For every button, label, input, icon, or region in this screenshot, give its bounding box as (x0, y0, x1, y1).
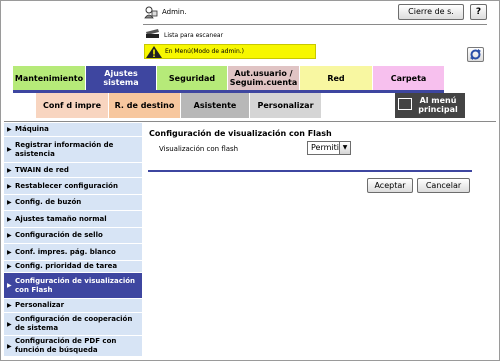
main-menu-button[interactable]: Al menú principal (395, 93, 465, 118)
tab-seguridad[interactable]: Seguridad (157, 66, 227, 90)
tab-r-destino[interactable]: R. de destino (109, 93, 180, 118)
triangle-right-icon: ▶ (7, 199, 12, 206)
sidebar-item-label: Config. prioridad de tarea (15, 262, 118, 270)
flash-display-value: Permitir (311, 143, 343, 152)
sidebar-item-label: TWAIN de red (15, 165, 69, 174)
triangle-right-icon: ▶ (7, 232, 12, 239)
sidebar-item-label: Registrar información de asistencia (15, 140, 114, 158)
admin-mode-banner: En Menú(Modo de admin.) (144, 44, 316, 59)
sidebar-item-prioridad-tarea[interactable]: ▶ Config. prioridad de tarea (4, 261, 142, 273)
sidebar-item-restablecer[interactable]: ▶ Restablecer configuración (4, 178, 142, 195)
logout-button[interactable]: Cierre de s. (398, 4, 464, 20)
flash-display-select[interactable]: Permitir ▼ (307, 141, 351, 155)
triangle-right-icon: ▶ (7, 166, 12, 174)
sidebar-item-label: Máquina (15, 125, 49, 133)
sidebar-item-personalizar[interactable]: ▶ Personalizar (4, 299, 142, 313)
sidebar-item-label: Configuración de cooperación de sistema (15, 315, 133, 332)
chevron-down-icon: ▼ (339, 142, 350, 154)
sidebar-item-sello[interactable]: ▶ Configuración de sello (4, 228, 142, 244)
admin-label: Admin. (162, 8, 187, 16)
sidebar-item-registrar-asistencia[interactable]: ▶ Registrar información de asistencia (4, 137, 142, 163)
triangle-right-icon: ▶ (7, 146, 12, 153)
refresh-icon (470, 49, 481, 60)
tab-conf-impre[interactable]: Conf d impre (36, 93, 108, 118)
tab-personalizar[interactable]: Personalizar (250, 93, 321, 118)
triangle-right-icon: ▶ (7, 215, 12, 223)
sidebar-item-buzon[interactable]: ▶ Config. de buzón (4, 195, 142, 211)
warning-triangle-icon (146, 46, 162, 58)
content-divider (148, 170, 472, 172)
sidebar-item-label: Restablecer configuración (15, 181, 118, 190)
refresh-button[interactable] (467, 47, 484, 62)
triangle-right-icon: ▶ (7, 182, 12, 190)
flash-display-label: Visualización con flash (159, 145, 239, 153)
sidebar: ▶ Máquina ▶ Registrar información de asist… (4, 123, 142, 357)
sidebar-item-cooperacion[interactable]: ▶ Configuración de cooperación de sistema (4, 313, 142, 336)
tab-red[interactable]: Red (300, 66, 372, 90)
cancel-button[interactable]: Cancelar (417, 178, 470, 193)
scan-status-label: Lista para escanear (164, 32, 224, 39)
header-divider (143, 24, 487, 25)
sidebar-item-label: Ajustes tamaño normal (15, 214, 107, 223)
sidebar-item-label: Configuración de sello (15, 231, 103, 239)
triangle-right-icon: ▶ (7, 282, 12, 289)
sidebar-item-tamano-normal[interactable]: ▶ Ajustes tamaño normal (4, 211, 142, 228)
triangle-right-icon: ▶ (7, 126, 12, 133)
main-menu-label: Al menú principal (418, 96, 458, 114)
sidebar-item-twain-red[interactable]: ▶ TWAIN de red (4, 163, 142, 178)
sidebar-item-flash[interactable]: ▶ Configuración de visualización con Flas… (4, 273, 142, 299)
sidebar-item-label: Configuración de visualización con Flash (15, 276, 136, 294)
tabs-divider (4, 121, 496, 122)
admin-user-icon (144, 6, 158, 19)
sidebar-item-label: Conf. impres. pág. blanco (15, 247, 116, 256)
triangle-right-icon: ▶ (7, 342, 12, 350)
triangle-right-icon: ▶ (7, 263, 12, 270)
accept-button[interactable]: Aceptar (367, 178, 413, 193)
triangle-right-icon: ▶ (7, 248, 12, 256)
sidebar-item-label: Configuración de PDF con función de búsq… (15, 337, 117, 354)
triangle-right-icon: ▶ (7, 320, 12, 328)
sidebar-item-pdf-busqueda[interactable]: ▶ Configuración de PDF con función de bús… (4, 336, 142, 357)
sidebar-item-maquina[interactable]: ▶ Máquina (4, 123, 142, 137)
tab-aut-usuario[interactable]: Aut.usuario / Seguim.cuenta (228, 66, 299, 90)
tab-mantenimiento[interactable]: Mantenimiento (13, 66, 85, 90)
main-menu-icon (398, 98, 412, 110)
sidebar-item-label: Personalizar (15, 301, 65, 309)
help-button[interactable]: ? (470, 4, 487, 20)
triangle-right-icon: ▶ (7, 302, 12, 309)
tab-carpeta[interactable]: Carpeta (373, 66, 444, 90)
admin-mode-label: En Menú(Modo de admin.) (165, 48, 245, 55)
page-title: Configuración de visualización con Flash (149, 129, 332, 138)
scanner-icon (146, 29, 159, 38)
tab-asistente[interactable]: Asistente (181, 93, 249, 118)
tab-ajustes-sistema[interactable]: Ajustes sistema (86, 66, 156, 90)
sidebar-item-pag-blanco[interactable]: ▶ Conf. impres. pág. blanco (4, 244, 142, 261)
sidebar-item-label: Config. de buzón (15, 198, 82, 206)
